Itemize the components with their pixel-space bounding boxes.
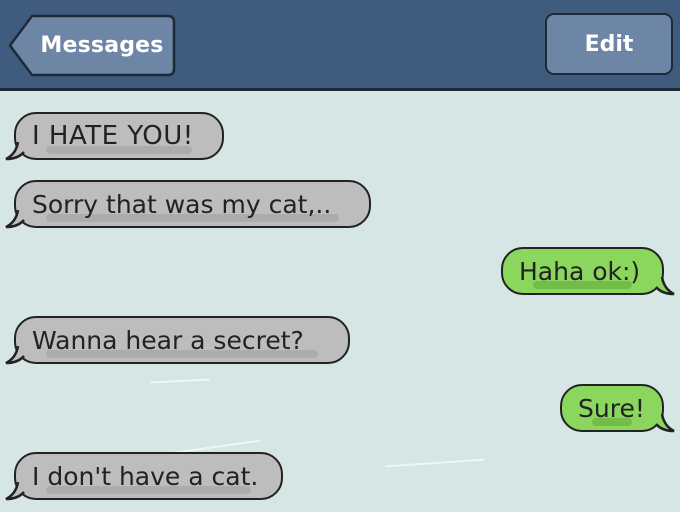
message-text: I don't have a cat.: [32, 461, 259, 491]
message-text: Haha ok:): [519, 256, 641, 286]
message-bubble-outgoing[interactable]: Sure!: [560, 384, 664, 432]
message-bubble-incoming[interactable]: Wanna hear a secret?: [14, 316, 350, 364]
message-text: Sorry that was my cat,..: [32, 189, 332, 219]
message-thread: I HATE YOU! Sorry that was my cat,.. Hah…: [0, 94, 680, 512]
bubble-tail: [655, 414, 675, 433]
bubble-tail: [5, 346, 25, 365]
edit-button[interactable]: Edit: [545, 13, 673, 75]
bubble-tail: [5, 142, 25, 161]
bubble-tail: [5, 210, 25, 229]
message-text: Wanna hear a secret?: [32, 325, 304, 355]
message-bubble-incoming[interactable]: I don't have a cat.: [14, 452, 283, 500]
message-text: I HATE YOU!: [32, 121, 194, 151]
message-bubble-outgoing[interactable]: Haha ok:): [501, 247, 664, 295]
message-bubble-incoming[interactable]: I HATE YOU!: [14, 112, 224, 160]
back-button[interactable]: Messages: [8, 14, 176, 77]
light-streak: [385, 458, 485, 468]
bubble-tail: [655, 277, 675, 296]
message-bubble-incoming[interactable]: Sorry that was my cat,..: [14, 180, 371, 228]
light-streak: [149, 378, 211, 384]
edit-button-label: Edit: [584, 31, 634, 57]
back-button-label: Messages: [40, 33, 164, 58]
bubble-tail: [5, 482, 25, 501]
nav-bar: Messages Edit: [0, 0, 680, 91]
message-text: Sure!: [578, 393, 645, 423]
